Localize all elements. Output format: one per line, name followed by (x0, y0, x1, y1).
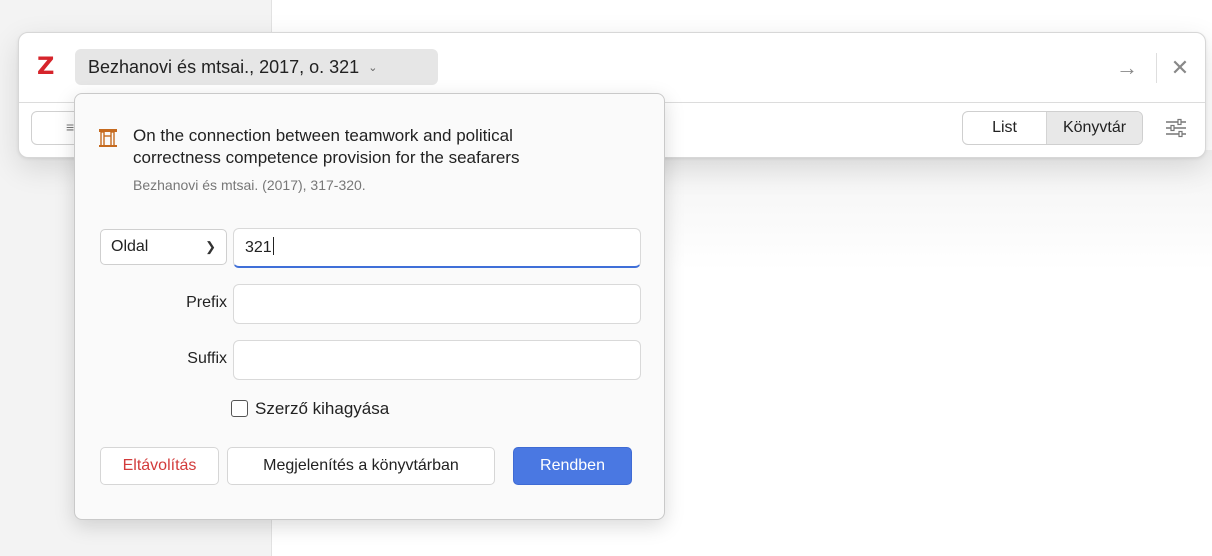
citation-label: Bezhanovi és mtsai., 2017, o. 321 (88, 57, 360, 77)
locator-type-value: Oldal (111, 238, 149, 255)
divider (1156, 53, 1157, 83)
locator-type-select[interactable]: Oldal ❯ (100, 229, 227, 265)
suffix-input[interactable] (233, 340, 641, 380)
chevron-down-icon: ❯ (205, 239, 216, 254)
suppress-author-label[interactable]: Szerző kihagyása (255, 399, 389, 419)
suppress-author-checkbox[interactable] (231, 400, 248, 417)
mode-segmented-control: List Könyvtár (962, 111, 1143, 145)
item-meta: Bezhanovi és mtsai. (2017), 317-320. (133, 177, 366, 193)
book-chapter-icon (98, 128, 118, 148)
show-in-library-button[interactable]: Megjelenítés a könyvtárban (227, 447, 495, 485)
close-icon[interactable]: ✕ (1163, 53, 1197, 83)
zotero-logo: Z (37, 52, 55, 80)
chevron-down-icon: ⌄ (368, 62, 378, 74)
prefix-input[interactable] (233, 284, 641, 324)
suffix-label: Suffix (187, 350, 227, 367)
text-caret (272, 237, 274, 255)
remove-button[interactable]: Eltávolítás (100, 447, 219, 485)
locator-input[interactable]: 321 (233, 228, 641, 268)
prefix-label: Prefix (186, 294, 227, 311)
settings-sliders-icon[interactable] (1161, 113, 1191, 143)
citation-bubble[interactable]: Bezhanovi és mtsai., 2017, o. 321 ⌄ (75, 49, 438, 85)
item-title: On the connection between teamwork and p… (133, 126, 520, 167)
citation-item-popup: On the connection between teamwork and p… (74, 93, 665, 520)
ok-button[interactable]: Rendben (513, 447, 632, 485)
list-mode-button[interactable]: List (963, 112, 1046, 144)
locator-value: 321 (245, 239, 272, 256)
arrow-right-icon[interactable]: → (1107, 53, 1147, 83)
list-icon: ≡ (66, 119, 75, 135)
library-mode-button[interactable]: Könyvtár (1046, 112, 1142, 144)
